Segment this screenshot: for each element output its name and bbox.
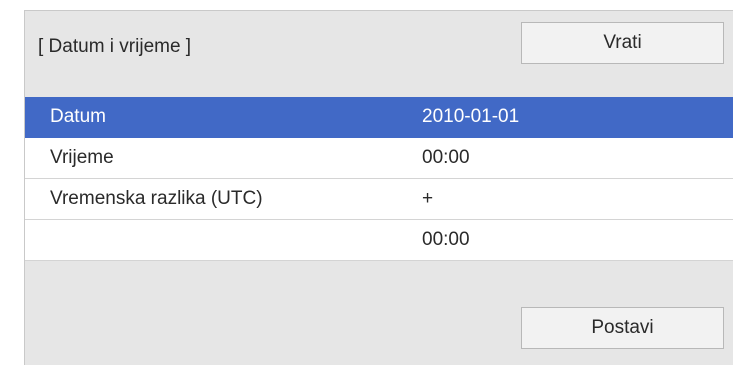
time-label: Vrijeme (50, 147, 114, 168)
date-row[interactable]: Datum 2010-01-01 (25, 97, 733, 138)
set-button[interactable]: Postavi (521, 307, 724, 349)
utc-offset-time-value: 00:00 (422, 229, 470, 250)
utc-offset-sign: + (422, 188, 434, 209)
date-value: 2010-01-01 (422, 106, 520, 127)
dialog-title: [ Datum i vrijeme ] (38, 36, 192, 57)
time-row[interactable]: Vrijeme 00:00 (25, 138, 733, 179)
settings-list: Datum 2010-01-01 Vrijeme 00:00 Vremenska… (25, 97, 733, 261)
dialog-header: [ Datum i vrijeme ] Vrati (25, 11, 733, 97)
utc-offset-label: Vremenska razlika (UTC) (50, 188, 263, 209)
back-button[interactable]: Vrati (521, 22, 724, 64)
time-value: 00:00 (422, 147, 470, 168)
utc-offset-row[interactable]: Vremenska razlika (UTC) + (25, 179, 733, 220)
date-time-dialog: [ Datum i vrijeme ] Vrati Datum 2010-01-… (24, 10, 733, 365)
date-label: Datum (50, 106, 106, 127)
utc-offset-time-row[interactable]: 00:00 (25, 220, 733, 261)
